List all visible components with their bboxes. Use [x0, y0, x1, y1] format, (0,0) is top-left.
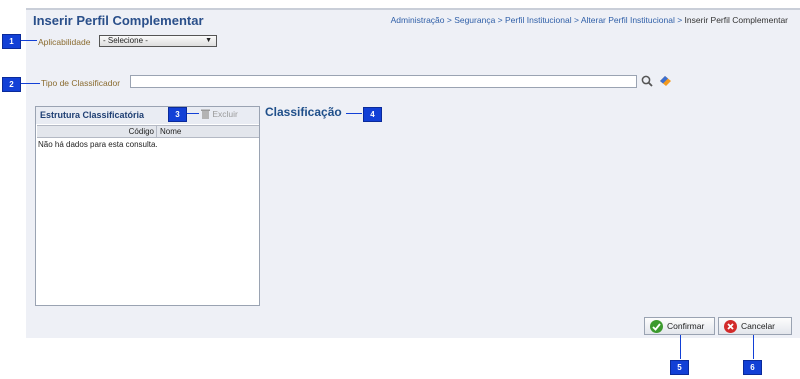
- marker-3: 3: [168, 107, 187, 122]
- tipo-classificador-input[interactable]: [130, 75, 637, 88]
- tipo-classificador-label: Tipo de Classificador: [41, 78, 121, 88]
- column-header-codigo[interactable]: Código: [37, 126, 157, 137]
- excluir-button[interactable]: Excluir: [201, 109, 238, 119]
- trash-icon: [201, 109, 210, 119]
- marker-5: 5: [670, 360, 689, 375]
- aplicabilidade-select[interactable]: - Selecione - ▼: [99, 35, 217, 47]
- marker-3-leader: [187, 113, 199, 114]
- top-divider: [26, 8, 800, 10]
- chevron-down-icon: ▼: [205, 37, 212, 44]
- estrutura-panel-title: Estrutura Classificatória: [40, 110, 145, 120]
- marker-2: 2: [2, 77, 21, 92]
- marker-5-leader: [680, 335, 681, 359]
- close-icon: [724, 320, 737, 333]
- breadcrumb: Administração > Segurança > Perfil Insti…: [391, 15, 788, 25]
- breadcrumb-separator: >: [571, 15, 581, 25]
- breadcrumb-link-perfil-institucional[interactable]: Perfil Institucional: [505, 15, 572, 25]
- confirmar-label: Confirmar: [667, 321, 705, 331]
- cancelar-label: Cancelar: [741, 321, 776, 331]
- table-header: Código Nome: [37, 125, 259, 138]
- cancelar-button[interactable]: Cancelar: [718, 317, 792, 335]
- marker-6-leader: [753, 335, 754, 359]
- page-title: Inserir Perfil Complementar: [33, 13, 204, 28]
- column-header-nome[interactable]: Nome: [158, 126, 181, 137]
- marker-6: 6: [743, 360, 762, 375]
- breadcrumb-current: Inserir Perfil Complementar: [684, 15, 788, 25]
- breadcrumb-link-alterar-perfil[interactable]: Alterar Perfil Institucional: [581, 15, 675, 25]
- aplicabilidade-selected-value: - Selecione -: [103, 36, 148, 45]
- breadcrumb-separator: >: [495, 15, 505, 25]
- marker-4-leader: [346, 113, 362, 114]
- breadcrumb-separator: >: [444, 15, 455, 25]
- marker-2-leader: [21, 83, 40, 84]
- confirmar-button[interactable]: Confirmar: [644, 317, 715, 335]
- breadcrumb-link-administracao[interactable]: Administração: [391, 15, 445, 25]
- empty-message: Não há dados para esta consulta.: [38, 140, 158, 149]
- classificacao-title: Classificação: [265, 105, 342, 119]
- breadcrumb-separator: >: [674, 15, 685, 25]
- breadcrumb-link-seguranca[interactable]: Segurança: [454, 15, 495, 25]
- estrutura-panel-header: Estrutura Classificatória Excluir: [36, 107, 259, 124]
- check-icon: [650, 320, 663, 333]
- marker-4: 4: [363, 107, 382, 122]
- search-icon[interactable]: [641, 75, 653, 89]
- aplicabilidade-label: Aplicabilidade: [38, 37, 91, 47]
- eraser-icon[interactable]: [659, 75, 672, 89]
- estrutura-classificatoria-panel: Estrutura Classificatória Excluir Código…: [35, 106, 260, 306]
- marker-1: 1: [2, 34, 21, 49]
- excluir-label: Excluir: [212, 109, 238, 119]
- marker-1-leader: [21, 40, 37, 41]
